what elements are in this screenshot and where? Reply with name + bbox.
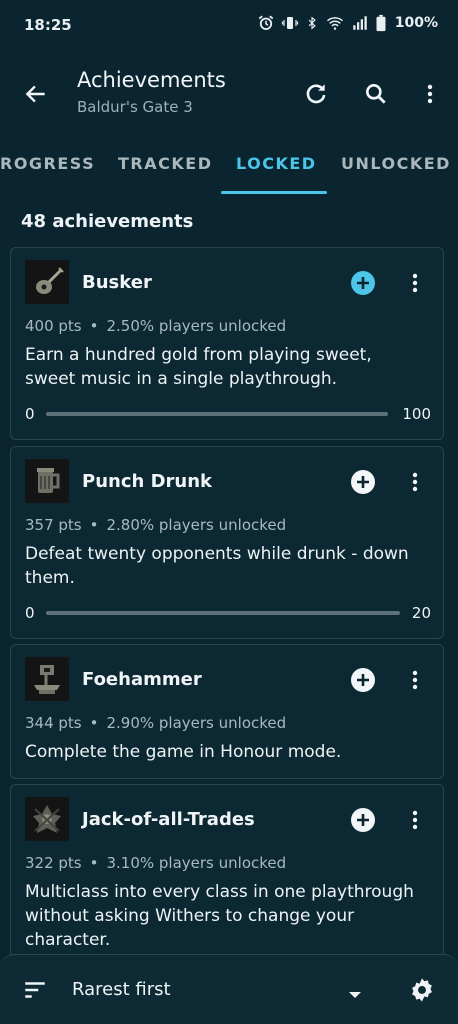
achievement-meta: 322 pts • 3.10% players unlocked <box>25 854 286 872</box>
achievement-rarity: 2.50% players unlocked <box>106 317 287 335</box>
settings-gear-icon <box>412 978 432 1002</box>
achievement-name: Punch Drunk <box>82 471 212 492</box>
progress-bar <box>46 611 400 615</box>
achievement-rarity: 3.10% players unlocked <box>106 854 287 872</box>
progress-start: 0 <box>25 405 35 423</box>
more-vert-icon <box>412 670 418 690</box>
sort-bar[interactable]: Rarest first <box>0 954 458 1024</box>
search-button[interactable] <box>358 76 394 112</box>
achievement-name: Foehammer <box>82 669 202 690</box>
achievement-points: 322 pts <box>25 854 82 872</box>
separator-dot: • <box>89 317 99 335</box>
status-time: 18:25 <box>24 16 72 34</box>
add-circle-icon <box>351 470 375 494</box>
separator-dot: • <box>89 714 99 732</box>
card-menu-button[interactable] <box>403 665 427 695</box>
emblem-icon <box>25 797 69 841</box>
active-tab-indicator <box>221 191 327 194</box>
achievement-description: Defeat twenty opponents while drunk - do… <box>25 544 409 588</box>
settings-button[interactable] <box>406 974 438 1006</box>
battery-icon <box>376 14 386 32</box>
bluetooth-icon <box>308 16 316 30</box>
helmet-anvil-icon <box>25 657 69 701</box>
card-menu-button[interactable] <box>403 467 427 497</box>
track-button[interactable] <box>349 806 377 834</box>
refresh-button[interactable] <box>298 76 334 112</box>
track-button[interactable] <box>349 269 377 297</box>
separator-dot: • <box>89 854 99 872</box>
card-menu-button[interactable] <box>403 268 427 298</box>
achievement-description: Multiclass into every class in one playt… <box>25 882 414 950</box>
more-vert-icon <box>412 273 418 293</box>
achievement-points: 344 pts <box>25 714 82 732</box>
achievement-count: 48 achievements <box>21 211 194 232</box>
page-subtitle: Baldur's Gate 3 <box>77 98 193 116</box>
achievement-points: 400 pts <box>25 317 82 335</box>
achievement-meta: 400 pts • 2.50% players unlocked <box>25 317 286 335</box>
achievement-name: Busker <box>82 272 152 293</box>
separator-dot: • <box>89 516 99 534</box>
achievement-meta: 344 pts • 2.90% players unlocked <box>25 714 286 732</box>
card-menu-button[interactable] <box>403 805 427 835</box>
lute-icon <box>25 260 69 304</box>
add-circle-icon <box>351 668 375 692</box>
battery-percentage: 100% <box>394 15 438 31</box>
track-button[interactable] <box>349 666 377 694</box>
achievement-points: 357 pts <box>25 516 82 534</box>
achievement-card[interactable]: Busker 400 pts • 2.50% players unlocked Ea… <box>10 247 444 440</box>
achievement-rarity: 2.90% players unlocked <box>106 714 287 732</box>
more-vert-icon <box>412 810 418 830</box>
back-button[interactable] <box>18 76 54 112</box>
overflow-menu-button[interactable] <box>412 76 448 112</box>
progress-end: 100 <box>402 405 431 423</box>
search-icon <box>366 84 386 104</box>
alarm-icon <box>258 15 274 30</box>
tab-tracked[interactable]: TRACKED <box>118 154 212 173</box>
achievement-card[interactable]: Foehammer 344 pts • 2.90% players unlocked… <box>10 644 444 779</box>
tab-locked[interactable]: LOCKED <box>236 154 317 173</box>
back-arrow-icon <box>25 85 45 103</box>
progress-end: 20 <box>411 604 431 622</box>
achievement-card[interactable]: Punch Drunk 357 pts • 2.80% players unlock… <box>10 446 444 639</box>
wifi-icon <box>326 17 343 30</box>
signal-icon <box>352 16 367 30</box>
achievement-name: Jack-of-all-Trades <box>82 809 255 830</box>
more-vert-icon <box>412 472 418 492</box>
progress-bar <box>46 412 388 416</box>
track-button[interactable] <box>349 468 377 496</box>
app-bar: Achievements Baldur's Gate 3 <box>0 54 458 134</box>
tab-progress[interactable]: ROGRESS <box>0 154 95 173</box>
tab-bar: ROGRESS TRACKED LOCKED UNLOCKED <box>0 140 458 194</box>
page-title: Achievements <box>77 68 226 92</box>
status-icons: 100% <box>257 14 438 32</box>
achievement-rarity: 2.80% players unlocked <box>106 516 287 534</box>
add-circle-icon <box>351 808 375 832</box>
achievement-description: Complete the game in Honour mode. <box>25 742 342 762</box>
progress-start: 0 <box>25 604 35 622</box>
dropdown-arrow-icon[interactable] <box>348 985 362 1004</box>
refresh-icon <box>306 84 326 104</box>
tankard-icon <box>25 459 69 503</box>
vibrate-icon <box>281 17 298 29</box>
more-vert-icon <box>427 84 433 104</box>
tab-unlocked[interactable]: UNLOCKED <box>341 154 451 173</box>
achievement-description: Earn a hundred gold from playing sweet, … <box>25 345 372 389</box>
status-bar: 18:25 100% <box>0 0 458 54</box>
achievement-meta: 357 pts • 2.80% players unlocked <box>25 516 286 534</box>
add-circle-icon <box>351 271 375 295</box>
sort-selected-value[interactable]: Rarest first <box>72 979 171 1000</box>
sort-icon <box>22 977 48 1007</box>
